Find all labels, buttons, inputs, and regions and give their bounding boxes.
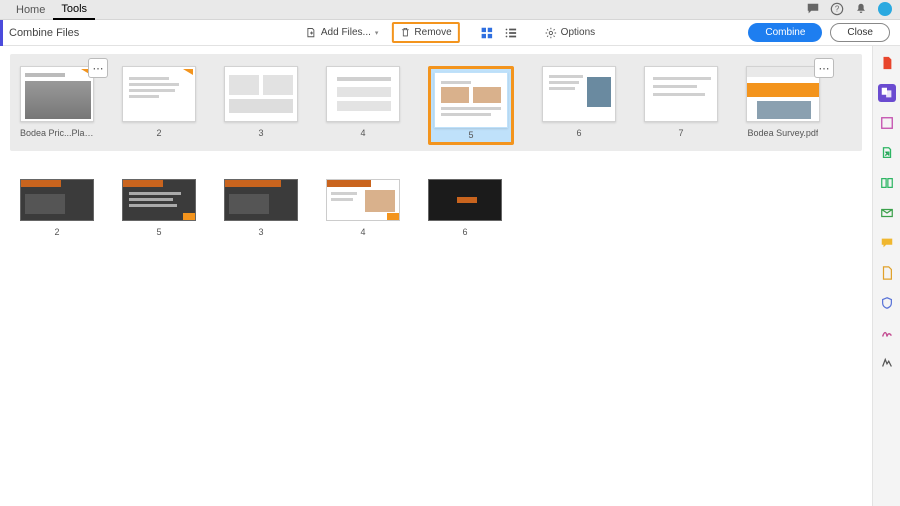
- thumb-slide-6[interactable]: [542, 66, 616, 122]
- bell-icon[interactable]: [854, 2, 868, 16]
- add-files-label: Add Files...: [321, 27, 371, 38]
- rail-protect-icon[interactable]: [878, 294, 896, 312]
- thumb-caption: 2: [156, 128, 161, 138]
- app-tabs-bar: Home Tools ?: [0, 0, 900, 20]
- options-label: Options: [561, 27, 595, 38]
- thumb-caption: 3: [258, 227, 263, 237]
- expand-handle[interactable]: ⋯: [88, 58, 108, 78]
- tab-tools[interactable]: Tools: [53, 0, 95, 20]
- right-rail: [872, 46, 900, 506]
- thumb-caption: 3: [258, 128, 263, 138]
- thumb-slide-3[interactable]: [224, 66, 298, 122]
- options-button[interactable]: Options: [538, 23, 602, 43]
- help-icon[interactable]: ?: [830, 2, 844, 16]
- thumb-caption: 5: [156, 227, 161, 237]
- gear-icon: [545, 27, 557, 39]
- list-icon: [504, 26, 518, 40]
- rail-organize-icon[interactable]: [878, 174, 896, 192]
- rail-more-icon[interactable]: [878, 354, 896, 372]
- chevron-down-icon: ▾: [375, 29, 379, 37]
- rail-comment-icon[interactable]: [878, 234, 896, 252]
- thumb-caption: Bodea Pric...Plans.pptx: [20, 128, 94, 138]
- loose-row: 2 5 3: [10, 179, 862, 237]
- grid-icon: [480, 26, 494, 40]
- thumb-selected[interactable]: 5: [428, 66, 514, 145]
- remove-label: Remove: [414, 27, 451, 38]
- rail-combine-icon[interactable]: [878, 84, 896, 102]
- thumb-slide-7[interactable]: [644, 66, 718, 122]
- thumb-slide-2[interactable]: [122, 66, 196, 122]
- thumb-caption: 6: [576, 128, 581, 138]
- rail-create-pdf-icon[interactable]: [878, 54, 896, 72]
- avatar[interactable]: [878, 2, 892, 16]
- thumb-dark-1[interactable]: [20, 179, 94, 221]
- rail-fill-sign-icon[interactable]: [878, 264, 896, 282]
- tab-home[interactable]: Home: [8, 1, 53, 19]
- rail-sign-icon[interactable]: [878, 324, 896, 342]
- thumb-caption: 4: [360, 227, 365, 237]
- add-files-icon: [305, 27, 317, 39]
- svg-text:?: ?: [835, 5, 840, 14]
- close-button[interactable]: Close: [830, 23, 890, 42]
- thumb-caption: 6: [462, 227, 467, 237]
- rail-export-icon[interactable]: [878, 144, 896, 162]
- thumb-caption: Bodea Survey.pdf: [748, 128, 819, 138]
- remove-button[interactable]: Remove: [391, 22, 459, 43]
- thumb-slide-5[interactable]: [434, 72, 508, 128]
- file-group: ⋯ Bodea Pric...Plans.pptx 2: [10, 54, 862, 151]
- thumb-caption: 7: [678, 128, 683, 138]
- rail-edit-icon[interactable]: [878, 114, 896, 132]
- add-files-button[interactable]: Add Files... ▾: [298, 23, 386, 43]
- thumb-dark-2[interactable]: [122, 179, 196, 221]
- thumb-dark-3[interactable]: [224, 179, 298, 221]
- thumb-caption: 5: [468, 130, 473, 140]
- thumb-file-2[interactable]: [746, 66, 820, 122]
- combine-button[interactable]: Combine: [748, 23, 822, 42]
- comments-icon[interactable]: [806, 2, 820, 16]
- expand-handle[interactable]: ⋯: [814, 58, 834, 78]
- canvas: ⋯ Bodea Pric...Plans.pptx 2: [0, 46, 872, 506]
- toolbar-title: Combine Files: [3, 27, 79, 39]
- thumb-slide-1[interactable]: [20, 66, 94, 122]
- thumb-slide-4[interactable]: [326, 66, 400, 122]
- grid-view-button[interactable]: [478, 24, 496, 42]
- thumb-caption: 2: [54, 227, 59, 237]
- combine-toolbar: Combine Files Add Files... ▾ Remove Opti…: [0, 20, 900, 46]
- thumb-dark-5[interactable]: [428, 179, 502, 221]
- thumb-caption: 4: [360, 128, 365, 138]
- rail-send-icon[interactable]: [878, 204, 896, 222]
- trash-icon: [399, 27, 410, 38]
- list-view-button[interactable]: [502, 24, 520, 42]
- thumb-light-4[interactable]: [326, 179, 400, 221]
